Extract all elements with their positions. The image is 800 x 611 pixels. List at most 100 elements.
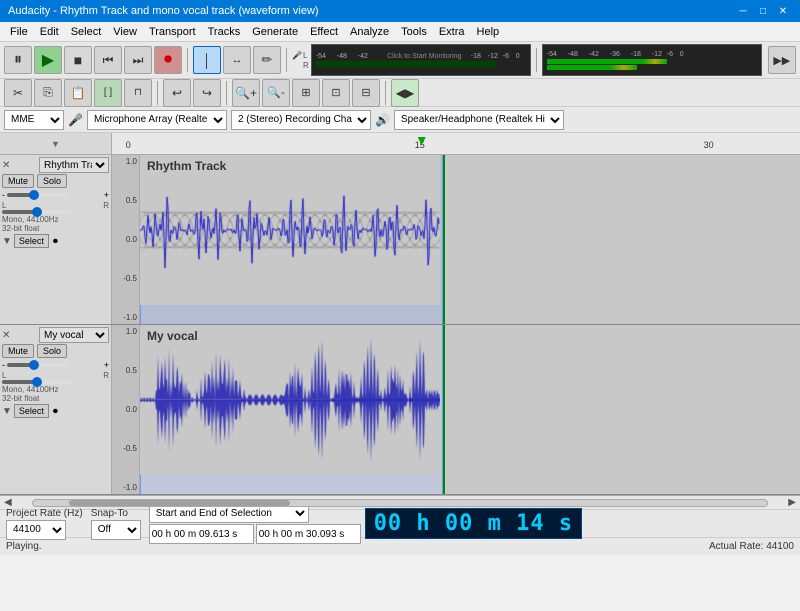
channels-select[interactable]: 2 (Stereo) Recording Chann bbox=[231, 110, 371, 130]
ruler-dropdown[interactable]: ▼ bbox=[51, 139, 60, 149]
track-vocal-control: ✕ My vocal Mute Solo - + L R bbox=[0, 325, 112, 494]
menu-edit[interactable]: Edit bbox=[34, 24, 65, 40]
menu-analyze[interactable]: Analyze bbox=[344, 24, 395, 40]
scroll-right-arrow[interactable]: ▶ bbox=[788, 497, 796, 508]
output-meter-scale: -54 -48 -42 -36 -18 -12 -6 0 bbox=[547, 51, 757, 58]
cut-tool[interactable]: ✂ bbox=[4, 79, 32, 107]
track-rhythm-record-icon[interactable]: ⏺ bbox=[53, 236, 58, 247]
time-display-value: 00 h 00 m 14 s bbox=[374, 511, 573, 536]
next-tool[interactable]: ▶▶ bbox=[768, 46, 796, 74]
gain-thumb bbox=[29, 190, 39, 200]
ruler-ticks: 0 15 30 ▼ bbox=[112, 133, 800, 154]
menu-transport[interactable]: Transport bbox=[143, 24, 202, 40]
undo-btn[interactable]: ↩ bbox=[163, 79, 191, 107]
menu-file[interactable]: File bbox=[4, 24, 34, 40]
play-button[interactable]: ▶ bbox=[34, 46, 62, 74]
click-to-monitor[interactable]: Click to Start Monitoring bbox=[379, 53, 470, 60]
draw-tool[interactable]: ✏ bbox=[253, 46, 281, 74]
time-start-input[interactable] bbox=[149, 524, 254, 544]
lr-l: L bbox=[2, 201, 6, 210]
scrollbar-thumb[interactable] bbox=[69, 500, 289, 506]
skip-prev-btn[interactable]: ◀▶ bbox=[391, 79, 419, 107]
project-rate-section: Project Rate (Hz) 44100 bbox=[6, 508, 83, 540]
track-vocal-collapse[interactable]: ▼ bbox=[2, 406, 12, 417]
project-rate-select[interactable]: 44100 bbox=[6, 520, 66, 540]
output-bar-l bbox=[547, 59, 667, 64]
lr-r: R bbox=[103, 201, 109, 210]
track-rhythm-close[interactable]: ✕ bbox=[2, 160, 10, 171]
gain-label-minus: - bbox=[2, 190, 5, 200]
zoom-out-btn[interactable]: 🔍- bbox=[262, 79, 290, 107]
stop-button[interactable]: ■ bbox=[64, 46, 92, 74]
rhythm-waveform-canvas[interactable] bbox=[140, 155, 440, 305]
input-meter: 🎤 L R bbox=[292, 51, 309, 70]
zoom-fit-btn[interactable]: ⊡ bbox=[322, 79, 350, 107]
track-rhythm-pan-slider[interactable] bbox=[2, 210, 72, 214]
menu-select[interactable]: Select bbox=[65, 24, 108, 40]
scroll-left-arrow[interactable]: ◀ bbox=[4, 497, 12, 508]
track-vocal-waveform[interactable]: 1.0 0.5 0.0 -0.5 -1.0 My vocal bbox=[112, 325, 800, 494]
track-vocal-name-select[interactable]: My vocal bbox=[39, 327, 109, 343]
track-rhythm-collapse[interactable]: ▼ bbox=[2, 236, 12, 247]
track-vocal-select-btn[interactable]: Select bbox=[14, 404, 49, 418]
zoom-sel-btn[interactable]: ⊞ bbox=[292, 79, 320, 107]
track-rhythm-solo[interactable]: Solo bbox=[37, 174, 67, 188]
pan-thumb bbox=[32, 207, 42, 217]
track-vocal-pan-slider[interactable] bbox=[2, 380, 72, 384]
zoom-full-btn[interactable]: ⊟ bbox=[352, 79, 380, 107]
status-rate: Actual Rate: 44100 bbox=[709, 541, 794, 552]
menu-extra[interactable]: Extra bbox=[433, 24, 471, 40]
time-inputs bbox=[149, 524, 361, 544]
silence-tool[interactable]: ⊓ bbox=[124, 79, 152, 107]
track-vocal-close[interactable]: ✕ bbox=[2, 330, 10, 341]
mic-select[interactable]: Microphone Array (Realtek High bbox=[87, 110, 227, 130]
minimize-button[interactable]: ─ bbox=[734, 2, 752, 20]
track-vocal-mute[interactable]: Mute bbox=[2, 344, 34, 358]
menu-view[interactable]: View bbox=[107, 24, 143, 40]
zoom-in-btn[interactable]: 🔍+ bbox=[232, 79, 260, 107]
skip-forward-button[interactable]: ⏭ bbox=[124, 46, 152, 74]
ruler-timeline[interactable]: 0 15 30 ▼ bbox=[112, 133, 800, 154]
vocal-waveform-canvas[interactable] bbox=[140, 325, 440, 475]
record-button[interactable]: ⏺ bbox=[154, 46, 182, 74]
time-end-input[interactable] bbox=[256, 524, 361, 544]
track-vocal-solo[interactable]: Solo bbox=[37, 344, 67, 358]
pause-button[interactable]: ⏸ bbox=[4, 46, 32, 74]
close-button[interactable]: ✕ bbox=[774, 2, 792, 20]
menu-tools[interactable]: Tools bbox=[395, 24, 433, 40]
scrollbar-track[interactable] bbox=[32, 499, 769, 507]
timeline-ruler: ▼ 0 15 30 ▼ bbox=[0, 133, 800, 155]
menu-effect[interactable]: Effect bbox=[304, 24, 344, 40]
track-vocal-info: Mono, 44100Hz32-bit float bbox=[2, 385, 109, 403]
paste-tool[interactable]: 📋 bbox=[64, 79, 92, 107]
input-meter-display[interactable]: -54 -48 -42 Click to Start Monitoring -1… bbox=[311, 44, 531, 76]
track-rhythm-name-select[interactable]: Rhythm Trac bbox=[39, 157, 109, 173]
playhead-line-vocal bbox=[443, 325, 445, 494]
maximize-button[interactable]: □ bbox=[754, 2, 772, 20]
vocal-lr-l: L bbox=[2, 371, 6, 380]
speaker-select[interactable]: Speaker/Headphone (Realtek High bbox=[394, 110, 564, 130]
track-rhythm-gain-slider[interactable] bbox=[7, 193, 67, 197]
track-rhythm-pan bbox=[2, 210, 109, 214]
snap-select[interactable]: Off bbox=[91, 520, 141, 540]
tracks-area: ✕ Rhythm Trac Mute Solo - + L bbox=[0, 155, 800, 495]
envelope-tool[interactable]: ↔ bbox=[223, 46, 251, 74]
time-display: 00 h 00 m 14 s bbox=[365, 508, 582, 539]
track-vocal-record-icon[interactable]: ⏺ bbox=[53, 406, 58, 417]
gain-slider-container bbox=[7, 193, 102, 197]
trim-tool[interactable]: [ ] bbox=[94, 79, 122, 107]
track-rhythm-mute[interactable]: Mute bbox=[2, 174, 34, 188]
menu-help[interactable]: Help bbox=[471, 24, 506, 40]
host-select[interactable]: MME bbox=[4, 110, 64, 130]
track-rhythm-waveform[interactable]: 1.0 0.5 0.0 -0.5 -1.0 Rhythm Track bbox=[112, 155, 800, 324]
track-rhythm-lr: L R bbox=[2, 201, 109, 210]
output-meter-display[interactable]: -54 -48 -42 -36 -18 -12 -6 0 bbox=[542, 44, 762, 76]
track-vocal-gain-slider[interactable] bbox=[7, 363, 67, 367]
skip-back-button[interactable]: ⏮ bbox=[94, 46, 122, 74]
redo-btn[interactable]: ↪ bbox=[193, 79, 221, 107]
selection-tool[interactable]: │ bbox=[193, 46, 221, 74]
copy-tool[interactable]: ⎘ bbox=[34, 79, 62, 107]
menu-generate[interactable]: Generate bbox=[246, 24, 304, 40]
menu-tracks[interactable]: Tracks bbox=[202, 24, 247, 40]
track-rhythm-select-btn[interactable]: Select bbox=[14, 234, 49, 248]
